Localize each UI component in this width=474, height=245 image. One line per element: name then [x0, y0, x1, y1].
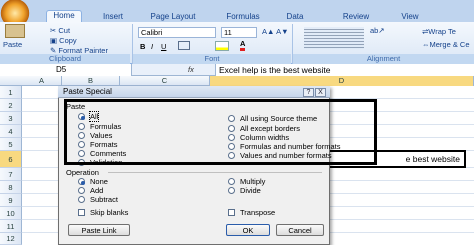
column-header-d[interactable]: D: [210, 76, 474, 86]
tab-home[interactable]: Home: [46, 10, 82, 22]
cut-button[interactable]: ✂ Cut: [50, 26, 70, 35]
alignment-icons[interactable]: [304, 27, 364, 49]
italic-icon[interactable]: I: [151, 42, 153, 51]
tab-data[interactable]: Data: [282, 12, 308, 22]
checkbox-skip-blanks[interactable]: [78, 209, 85, 216]
row-header[interactable]: 9: [0, 194, 22, 207]
merge-icon: ⇔: [422, 40, 430, 49]
radio-op-subtract[interactable]: [78, 196, 85, 203]
operation-section-label: Operation: [66, 168, 99, 177]
dialog-title: Paste Special: [58, 86, 330, 98]
cut-label: Cut: [58, 26, 71, 35]
name-box[interactable]: D5: [0, 64, 132, 76]
radio-op-none[interactable]: [78, 178, 85, 185]
paste-link-button[interactable]: Paste Link: [68, 224, 130, 236]
checkbox-transpose[interactable]: [228, 209, 235, 216]
borders-icon[interactable]: [178, 41, 190, 50]
row-header[interactable]: 12: [0, 233, 22, 245]
column-header-a[interactable]: A: [22, 76, 62, 86]
copy-label: Copy: [59, 36, 77, 45]
label-op-none[interactable]: None: [90, 177, 108, 186]
row-header[interactable]: 5: [0, 138, 22, 151]
row-header[interactable]: 11: [0, 220, 22, 233]
merge-label: Merge & Ce: [429, 40, 470, 49]
label-op-multiply[interactable]: Multiply: [240, 177, 265, 186]
radio-op-add[interactable]: [78, 187, 85, 194]
group-font-label: Font: [133, 54, 291, 64]
operation-divider: [108, 172, 322, 173]
row-header[interactable]: 7: [0, 168, 22, 181]
label-transpose[interactable]: Transpose: [240, 208, 275, 217]
radio-op-divide[interactable]: [228, 187, 235, 194]
label-op-add[interactable]: Add: [90, 186, 103, 195]
label-op-divide[interactable]: Divide: [240, 186, 261, 195]
paste-button[interactable]: Paste: [3, 40, 22, 49]
fx-icon[interactable]: fx: [188, 64, 194, 76]
highlight-annotation-box: [64, 99, 377, 165]
column-header-b[interactable]: B: [62, 76, 120, 86]
row-header[interactable]: 3: [0, 112, 22, 125]
underline-icon[interactable]: U: [161, 42, 166, 51]
copy-icon: ▣: [50, 36, 60, 45]
row-header[interactable]: 1: [0, 86, 22, 99]
bold-icon[interactable]: B: [140, 42, 145, 51]
row-header[interactable]: 4: [0, 125, 22, 138]
column-header-c[interactable]: C: [120, 76, 210, 86]
fill-color-icon[interactable]: [215, 41, 229, 51]
tab-page-layout[interactable]: Page Layout: [148, 12, 198, 22]
merge-center-button[interactable]: ⇔Merge & Ce: [422, 40, 470, 49]
group-clipboard-label: Clipboard: [0, 54, 130, 64]
ok-button[interactable]: OK: [226, 224, 270, 236]
row-header[interactable]: 2: [0, 99, 22, 112]
formula-input[interactable]: Excel help is the best website: [215, 64, 474, 76]
radio-op-multiply[interactable]: [228, 178, 235, 185]
orientation-icon[interactable]: ab↗: [370, 26, 385, 35]
office-button[interactable]: [0, 0, 30, 22]
grow-font-icon[interactable]: A▲ A▼: [262, 27, 289, 36]
font-name-combo[interactable]: Calibri: [138, 27, 216, 38]
row-header[interactable]: 10: [0, 207, 22, 220]
row-header-selected[interactable]: 6: [0, 151, 22, 168]
tab-review[interactable]: Review: [338, 12, 374, 22]
help-button[interactable]: ?: [303, 88, 314, 97]
row-header[interactable]: 8: [0, 181, 22, 194]
tab-insert[interactable]: Insert: [96, 12, 130, 22]
tab-view[interactable]: View: [396, 12, 424, 22]
paste-icon[interactable]: [5, 24, 25, 38]
copy-button[interactable]: ▣ Copy: [50, 36, 77, 45]
wrap-text-button[interactable]: ⇌Wrap Te: [422, 27, 456, 36]
label-skip-blanks[interactable]: Skip blanks: [90, 208, 128, 217]
wrap-text-label: Wrap Te: [428, 27, 456, 36]
group-alignment-label: Alignment: [293, 54, 474, 64]
tab-formulas[interactable]: Formulas: [222, 12, 264, 22]
cancel-button[interactable]: Cancel: [276, 224, 324, 236]
font-size-combo[interactable]: 11: [221, 27, 257, 38]
label-op-subtract[interactable]: Subtract: [90, 195, 118, 204]
close-button[interactable]: X: [315, 88, 326, 97]
font-color-icon[interactable]: A: [240, 40, 246, 51]
